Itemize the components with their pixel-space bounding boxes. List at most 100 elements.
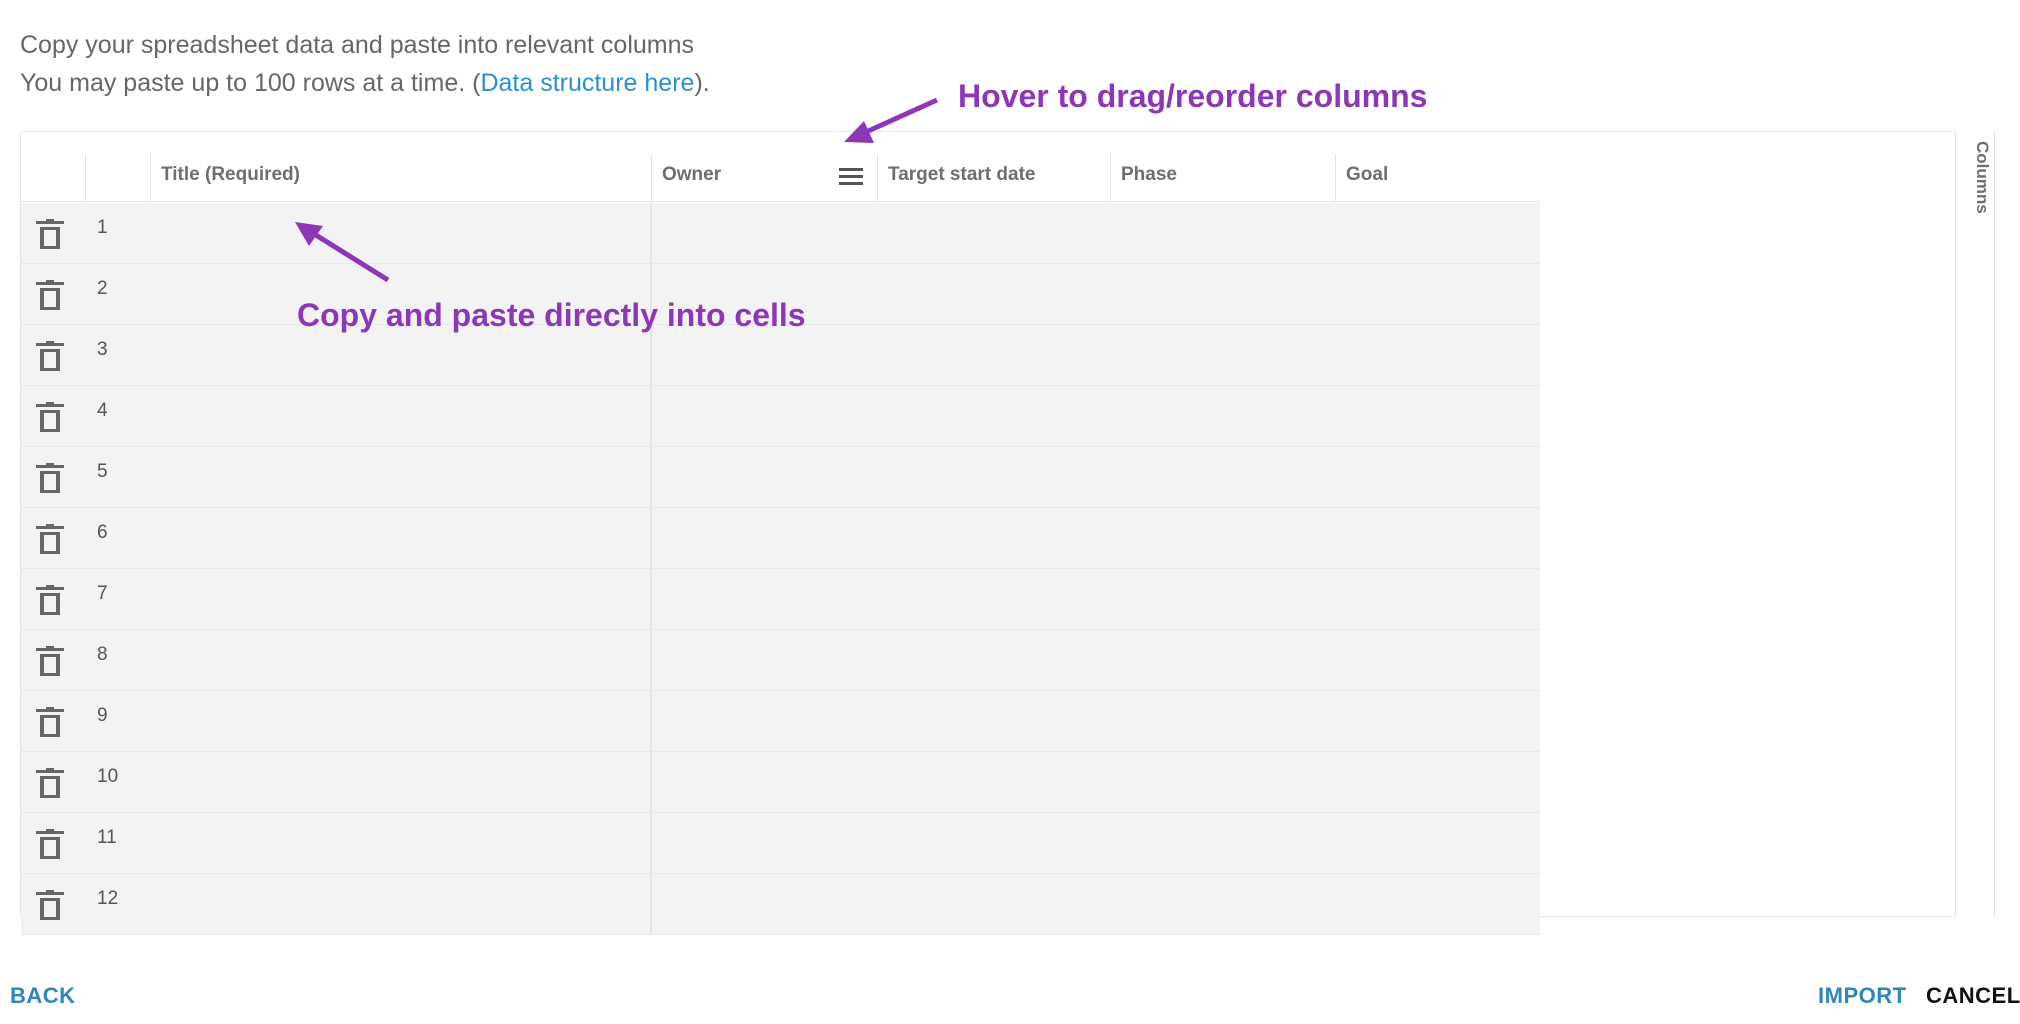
column-header-label: Phase (1121, 164, 1177, 185)
cell-owner[interactable] (652, 813, 878, 873)
row-number: 9 (97, 705, 108, 726)
cell-owner[interactable] (652, 874, 878, 934)
trash-icon[interactable] (35, 402, 65, 434)
cell-phase[interactable] (1111, 752, 1336, 812)
table-row: 3 (21, 325, 1540, 386)
cell-target-start-date[interactable] (878, 508, 1111, 568)
cell-phase[interactable] (1111, 325, 1336, 385)
cell-title[interactable] (151, 752, 652, 812)
data-structure-link[interactable]: Data structure here (480, 69, 694, 97)
row-number: 8 (97, 644, 108, 665)
cell-target-start-date[interactable] (878, 386, 1111, 446)
cell-phase[interactable] (1111, 630, 1336, 690)
cell-title[interactable] (151, 386, 652, 446)
drag-arrow (844, 97, 939, 143)
cell-title[interactable] (151, 569, 652, 629)
cell-owner[interactable] (652, 447, 878, 507)
drag-annotation: Hover to drag/reorder columns (958, 78, 1428, 114)
table-row: 8 (21, 630, 1540, 691)
cancel-button[interactable]: CANCEL (1926, 983, 2020, 1009)
back-button[interactable]: BACK (10, 983, 76, 1009)
row-number: 10 (97, 766, 119, 787)
row-number: 3 (97, 339, 108, 360)
cell-target-start-date[interactable] (878, 813, 1111, 873)
columns-side-panel: Columns (1955, 131, 1995, 917)
cell-goal[interactable] (1336, 752, 1540, 812)
cell-title[interactable] (151, 691, 652, 751)
grid-top-strip (21, 132, 1540, 154)
cell-target-start-date[interactable] (878, 203, 1111, 263)
cell-title[interactable] (151, 447, 652, 507)
cell-owner[interactable] (652, 203, 878, 263)
cell-phase[interactable] (1111, 386, 1336, 446)
table-row: 5 (21, 447, 1540, 508)
row-number: 2 (97, 278, 108, 299)
column-header-title[interactable]: Title (Required) (151, 154, 652, 202)
row-number: 7 (97, 583, 108, 604)
paste-annotation: Copy and paste directly into cells (297, 297, 806, 333)
cell-owner[interactable] (652, 325, 878, 385)
cell-target-start-date[interactable] (878, 569, 1111, 629)
cell-phase[interactable] (1111, 874, 1336, 934)
cell-owner[interactable] (652, 752, 878, 812)
cell-goal[interactable] (1336, 508, 1540, 568)
cell-goal[interactable] (1336, 630, 1540, 690)
cell-owner[interactable] (652, 569, 878, 629)
cell-phase[interactable] (1111, 447, 1336, 507)
column-header-label: Goal (1346, 164, 1389, 185)
cell-target-start-date[interactable] (878, 874, 1111, 934)
columns-tab[interactable]: Columns (1960, 141, 1992, 251)
cell-phase[interactable] (1111, 508, 1336, 568)
table-row: 7 (21, 569, 1540, 630)
trash-icon[interactable] (35, 646, 65, 678)
cell-target-start-date[interactable] (878, 264, 1111, 324)
cell-goal[interactable] (1336, 874, 1540, 934)
cell-goal[interactable] (1336, 386, 1540, 446)
trash-icon[interactable] (35, 890, 65, 922)
trash-icon[interactable] (35, 585, 65, 617)
table-row: 11 (21, 813, 1540, 874)
trash-icon[interactable] (35, 280, 65, 312)
cell-title[interactable] (151, 508, 652, 568)
instruction-line-2: You may paste up to 100 rows at a time. … (20, 64, 710, 102)
cell-phase[interactable] (1111, 203, 1336, 263)
cell-goal[interactable] (1336, 813, 1540, 873)
cell-title[interactable] (151, 325, 652, 385)
cell-title[interactable] (151, 813, 652, 873)
trash-icon[interactable] (35, 463, 65, 495)
cell-owner[interactable] (652, 630, 878, 690)
column-header-label: Title (Required) (161, 164, 300, 185)
column-header-goal[interactable]: Goal (1336, 154, 1540, 202)
column-header-phase[interactable]: Phase (1111, 154, 1336, 202)
cell-target-start-date[interactable] (878, 447, 1111, 507)
cell-phase[interactable] (1111, 569, 1336, 629)
cell-owner[interactable] (652, 691, 878, 751)
cell-title[interactable] (151, 630, 652, 690)
cell-owner[interactable] (652, 386, 878, 446)
cell-owner[interactable] (652, 508, 878, 568)
cell-goal[interactable] (1336, 264, 1540, 324)
trash-icon[interactable] (35, 768, 65, 800)
trash-icon[interactable] (35, 829, 65, 861)
trash-icon[interactable] (35, 341, 65, 373)
cell-target-start-date[interactable] (878, 752, 1111, 812)
instruction-line-1: Copy your spreadsheet data and paste int… (20, 31, 695, 59)
cell-title[interactable] (151, 203, 652, 263)
header-row-number-column (86, 154, 151, 202)
cell-target-start-date[interactable] (878, 325, 1111, 385)
cell-goal[interactable] (1336, 569, 1540, 629)
cell-goal[interactable] (1336, 691, 1540, 751)
cell-phase[interactable] (1111, 264, 1336, 324)
cell-title[interactable] (151, 874, 652, 934)
import-button[interactable]: IMPORT (1818, 983, 1907, 1009)
trash-icon[interactable] (35, 524, 65, 556)
cell-goal[interactable] (1336, 325, 1540, 385)
cell-phase[interactable] (1111, 813, 1336, 873)
cell-phase[interactable] (1111, 691, 1336, 751)
cell-goal[interactable] (1336, 203, 1540, 263)
cell-target-start-date[interactable] (878, 630, 1111, 690)
trash-icon[interactable] (35, 219, 65, 251)
trash-icon[interactable] (35, 707, 65, 739)
cell-target-start-date[interactable] (878, 691, 1111, 751)
cell-goal[interactable] (1336, 447, 1540, 507)
